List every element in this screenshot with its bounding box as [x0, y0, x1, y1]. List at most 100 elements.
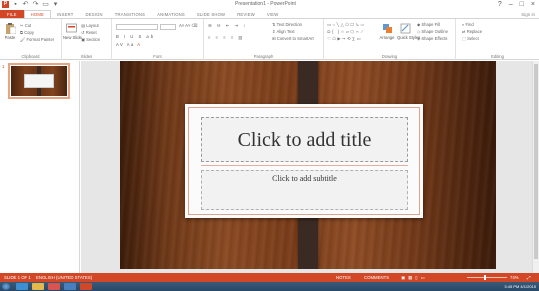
zoom-level[interactable]: 74% — [510, 273, 519, 282]
undo-icon[interactable]: ↶ — [22, 1, 29, 8]
new-slide-icon — [65, 23, 77, 33]
text-direction-label: Text Direction — [276, 22, 302, 27]
word-taskbar-icon[interactable] — [64, 283, 76, 290]
font-name-box[interactable] — [116, 24, 158, 30]
text-direction-button[interactable]: ⇅ Text Direction — [272, 22, 302, 27]
convert-smartart-button[interactable]: ⊞ Convert to SmartArt — [272, 36, 314, 41]
windows-taskbar: 3:45 PM 4/1/2015 — [0, 282, 539, 291]
language-status[interactable]: ENGLISH (UNITED STATES) — [36, 273, 92, 282]
section-button[interactable]: ▣ Section — [81, 37, 100, 42]
layout-label: Layout — [86, 23, 99, 28]
font-format-buttons[interactable]: B I U S ab — [116, 34, 155, 39]
format-painter-button[interactable]: 🖌 Format Painter — [20, 37, 54, 42]
cut-label: Cut — [24, 23, 32, 28]
clipboard-group-label: Clipboard — [21, 54, 40, 59]
layout-button[interactable]: ▤ Layout — [81, 23, 99, 28]
zoom-slider[interactable] — [467, 277, 507, 278]
minimize-button[interactable]: – — [509, 0, 513, 9]
vertical-scrollbar[interactable] — [532, 61, 539, 273]
format-painter-label: Format Painter — [26, 37, 55, 42]
ribbon: Paste ✂ Cut ⧉ Copy 🖌 Format Painter Clip… — [0, 18, 539, 60]
arrange-button[interactable]: Arrange — [379, 22, 395, 40]
list-buttons[interactable]: ☰ ☷ ⇤ ⇥ ↕ — [208, 23, 247, 28]
title-divider — [201, 165, 408, 166]
paste-icon — [5, 23, 16, 34]
grow-shrink-font-icon[interactable]: A˄ A˅ ⌫ — [179, 23, 198, 28]
view-buttons[interactable]: ▣▦▯▭ — [401, 273, 428, 282]
notes-button[interactable]: NOTES — [336, 273, 351, 282]
redo-icon[interactable]: ↷ — [32, 1, 39, 8]
replace-button[interactable]: ⇄ Replace — [462, 29, 482, 34]
drawing-group: ▭○╲△⬠☐↳⇨ ⬭{ }☆▱⬡⌒⟋ ♡⬠▶⤳⟲∑▭ Arrange Quick… — [324, 19, 456, 60]
subtitle-placeholder[interactable]: Click to add subtitle — [201, 170, 408, 210]
select-button[interactable]: ⬚ Select — [462, 36, 479, 41]
slide-thumbnail[interactable] — [8, 63, 70, 99]
copy-button[interactable]: ⧉ Copy — [20, 30, 34, 35]
shape-outline-button[interactable]: ◇ Shape Outline — [417, 29, 448, 34]
paste-button[interactable]: Paste — [2, 22, 18, 40]
title-bar: P ▪ ↶ ↷ ▭ ▾ Presentation1 - PowerPoint ?… — [0, 0, 539, 10]
media-taskbar-icon[interactable] — [48, 283, 60, 290]
fit-slide-icon[interactable]: ⤢ — [527, 273, 530, 282]
help-button[interactable]: ? — [498, 0, 502, 9]
font-group: A˄ A˅ ⌫ B I U S ab AV Aa A Font — [112, 19, 204, 60]
alignment-buttons[interactable]: ≡ ≡ ≡ ≡ ▥ — [208, 35, 244, 40]
powerpoint-taskbar-icon[interactable] — [80, 283, 92, 290]
leather-band-bottom — [298, 217, 318, 269]
shapes-gallery-row3[interactable]: ♡⬠▶⤳⟲∑▭ — [327, 36, 362, 41]
new-slide-label: New Slide — [63, 35, 82, 40]
comments-button[interactable]: COMMENTS — [364, 273, 389, 282]
font-color-buttons[interactable]: AV Aa A — [116, 42, 142, 47]
arrange-label: Arrange — [379, 35, 395, 40]
find-button[interactable]: ⌕ Find — [462, 22, 474, 27]
reset-label: Reset — [85, 30, 97, 35]
shapes-gallery[interactable]: ▭○╲△⬠☐↳⇨ — [327, 22, 366, 27]
font-size-box[interactable] — [160, 24, 176, 30]
slide-canvas[interactable]: Click to add title Click to add subtitle — [120, 61, 496, 269]
ie-taskbar-icon[interactable] — [16, 283, 28, 290]
paste-label: Paste — [4, 35, 16, 40]
tray-date[interactable]: 4/1/2015 — [520, 284, 536, 289]
convert-smartart-label: Convert to SmartArt — [276, 36, 314, 41]
system-tray: 3:45 PM 4/1/2015 — [504, 282, 536, 291]
editing-group: ⌕ Find ⇄ Replace ⬚ Select Editing — [456, 19, 539, 60]
maximize-button[interactable]: □ — [520, 0, 524, 9]
slides-group-label: Slides — [80, 54, 93, 59]
thumbnail-card — [24, 74, 54, 88]
title-placeholder[interactable]: Click to add title — [201, 117, 408, 162]
copy-label: Copy — [24, 30, 34, 35]
new-slide-button[interactable]: New Slide — [63, 22, 82, 40]
scrollbar-thumb[interactable] — [534, 64, 538, 259]
slide-number: 1 — [2, 64, 5, 69]
cut-button[interactable]: ✂ Cut — [20, 23, 31, 28]
select-label: Select — [467, 36, 479, 41]
shape-fill-button[interactable]: ◆ Shape Fill — [417, 22, 440, 27]
font-group-label: Font — [153, 54, 162, 59]
replace-label: Replace — [466, 29, 483, 34]
zoom-slider-knob[interactable] — [484, 275, 486, 280]
align-text-button[interactable]: ⇕ Align Text — [272, 29, 295, 34]
title-placeholder-text: Click to add title — [237, 129, 372, 151]
customize-icon[interactable]: ▾ — [52, 1, 59, 8]
shape-outline-label: Shape Outline — [421, 29, 448, 34]
explorer-taskbar-icon[interactable] — [32, 283, 44, 290]
start-button-icon[interactable] — [2, 283, 10, 290]
arrange-icon — [382, 24, 392, 33]
close-button[interactable]: × — [531, 0, 535, 9]
thumbnail-band-bottom — [37, 88, 41, 96]
title-card: Click to add title Click to add subtitle — [185, 104, 423, 218]
quick-styles-button[interactable]: Quick Styles — [397, 22, 421, 40]
shape-effects-button[interactable]: ◈ Shape Effects — [417, 36, 447, 41]
reset-button[interactable]: ↺ Reset — [81, 30, 97, 35]
window-controls: ? – □ × — [498, 0, 535, 9]
quick-styles-label: Quick Styles — [397, 35, 421, 40]
quick-access-toolbar: P ▪ ↶ ↷ ▭ ▾ — [2, 1, 59, 8]
powerpoint-window: P ▪ ↶ ↷ ▭ ▾ Presentation1 - PowerPoint ?… — [0, 0, 539, 291]
quick-styles-icon — [400, 23, 410, 34]
start-from-beginning-icon[interactable]: ▭ — [42, 1, 49, 8]
shapes-gallery-row2[interactable]: ⬭{ }☆▱⬡⌒⟋ — [327, 29, 365, 34]
slides-group: New Slide ▤ Layout ↺ Reset ▣ Section Sli… — [62, 19, 112, 60]
tray-clock[interactable]: 3:45 PM — [504, 284, 519, 289]
save-icon[interactable]: ▪ — [12, 1, 19, 8]
status-bar: SLIDE 1 OF 1 ENGLISH (UNITED STATES) NOT… — [0, 273, 539, 282]
